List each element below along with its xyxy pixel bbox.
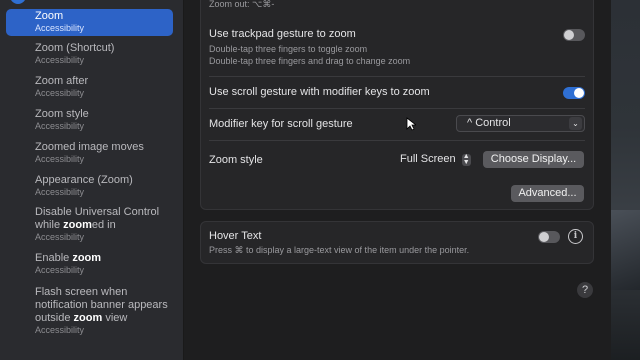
sidebar-item-title: Disable Universal Control while zoomed i…: [35, 206, 173, 232]
sidebar-item[interactable]: Disable Universal Control while zoomed i…: [6, 206, 173, 243]
sidebar-item[interactable]: Appearance (Zoom) Accessibility: [6, 174, 173, 198]
scroll-gesture-toggle[interactable]: [563, 87, 585, 99]
scroll-gesture-label: Use scroll gesture with modifier keys to…: [209, 86, 430, 98]
sidebar-item-category: Accessibility: [35, 55, 85, 65]
trackpad-gesture-label: Use trackpad gesture to zoom: [209, 28, 356, 40]
sidebar-item-title: Zoom: [35, 10, 173, 23]
zoom-style-label: Zoom style: [209, 154, 263, 166]
sidebar-item-title-part: style: [63, 108, 89, 120]
sidebar-item-title: Zoom after: [35, 75, 173, 88]
sidebar-item-title-part: after: [63, 75, 89, 87]
sidebar-item-category: Accessibility: [35, 232, 85, 242]
sidebar-item[interactable]: Zoom (Shortcut) Accessibility: [6, 42, 173, 66]
info-icon[interactable]: i: [568, 229, 583, 244]
trackpad-gesture-sub1: Double-tap three fingers to toggle zoom: [209, 44, 368, 54]
sidebar-item-category: Accessibility: [35, 121, 85, 131]
sidebar-item[interactable]: Enable zoom Accessibility: [6, 252, 173, 276]
sidebar-item-title-part: Zoom: [35, 141, 64, 153]
sidebar: Zoom Accessibility Zoom (Shortcut) Accessib…: [0, 0, 184, 360]
advanced-button[interactable]: Advanced...: [511, 185, 584, 202]
hover-text-panel: Hover Text Press ⌘ to display a large-te…: [200, 221, 594, 264]
sidebar-item-title-part: ed image moves: [63, 141, 144, 153]
sidebar-item-title: Enable zoom: [35, 252, 173, 265]
sidebar-item-title-part: Appearance (: [35, 174, 102, 186]
zoom-style-select[interactable]: Full Screen ▲ ▼: [400, 153, 471, 166]
divider: [209, 108, 585, 109]
sidebar-item-title-part: ): [129, 174, 133, 186]
sidebar-item[interactable]: Zoomed image moves Accessibility: [6, 141, 173, 165]
hover-text-toggle[interactable]: [538, 231, 560, 243]
sidebar-item-title: Appearance (Zoom): [35, 174, 173, 187]
trackpad-gesture-sub2: Double-tap three fingers and drag to cha…: [209, 56, 411, 66]
sidebar-item[interactable]: Zoom style Accessibility: [6, 108, 173, 132]
sidebar-item[interactable]: Zoom Accessibility: [6, 9, 173, 36]
sidebar-item[interactable]: Flash screen when notification banner ap…: [6, 286, 173, 336]
sidebar-item-category: Accessibility: [35, 265, 85, 275]
sidebar-item-title-part: Zoom: [101, 174, 130, 186]
sidebar-item[interactable]: Zoom after Accessibility: [6, 75, 173, 99]
divider: [209, 76, 585, 77]
mouse-pointer-icon: [406, 117, 416, 131]
sidebar-item-category: Accessibility: [35, 187, 85, 197]
hover-text-label: Hover Text: [209, 230, 262, 242]
sidebar-item-category: Accessibility: [35, 23, 85, 33]
sidebar-item-title-part: zoom: [72, 252, 102, 264]
zoom-options-panel: Zoom out: ⌥⌘- Use trackpad gesture to zo…: [200, 0, 594, 210]
sidebar-item-title-part: ed in: [91, 219, 116, 231]
sidebar-item-title-part: (Shortcut): [63, 42, 115, 54]
desktop-background: [611, 0, 640, 360]
search-badge: [10, 0, 26, 4]
sidebar-item-category: Accessibility: [35, 154, 85, 164]
sidebar-item-title: Zoomed image moves: [35, 141, 173, 154]
modifier-key-label: Modifier key for scroll gesture: [209, 118, 353, 130]
choose-display-button[interactable]: Choose Display...: [483, 151, 584, 168]
divider: [209, 140, 585, 141]
sidebar-item-category: Accessibility: [35, 88, 85, 98]
main-pane: Zoom out: ⌥⌘- Use trackpad gesture to zo…: [184, 0, 610, 360]
sidebar-item-title-part: Zoom: [35, 75, 64, 87]
trackpad-gesture-toggle[interactable]: [563, 29, 585, 41]
sidebar-item-title-part: Zoom: [35, 42, 64, 54]
sidebar-item-title-part: Enable: [35, 252, 73, 264]
chevron-down-icon: ⌄: [569, 117, 582, 130]
zoom-out-shortcut-text: Zoom out: ⌥⌘-: [209, 0, 275, 9]
updown-chevron-icon: ▲ ▼: [461, 153, 471, 166]
help-button[interactable]: ?: [577, 282, 593, 298]
modifier-key-select[interactable]: ^ Control ⌄: [456, 115, 585, 132]
sidebar-item-title-part: zoom: [63, 219, 92, 231]
sidebar-item-title-part: view: [102, 312, 128, 324]
sidebar-item-title-part: Zoom: [35, 108, 64, 120]
hover-text-sub: Press ⌘ to display a large-text view of …: [209, 245, 470, 255]
zoom-style-value: Full Screen: [400, 153, 456, 165]
sidebar-item-title: Zoom style: [35, 108, 173, 121]
sidebar-item-title: Zoom (Shortcut): [35, 42, 173, 55]
sidebar-item-category: Accessibility: [35, 325, 85, 335]
sidebar-item-title: Flash screen when notification banner ap…: [35, 286, 173, 325]
sidebar-item-title-part: zoom: [73, 312, 103, 324]
modifier-key-value: ^ Control: [467, 117, 511, 129]
sidebar-item-title-part: Zoom: [35, 10, 64, 22]
